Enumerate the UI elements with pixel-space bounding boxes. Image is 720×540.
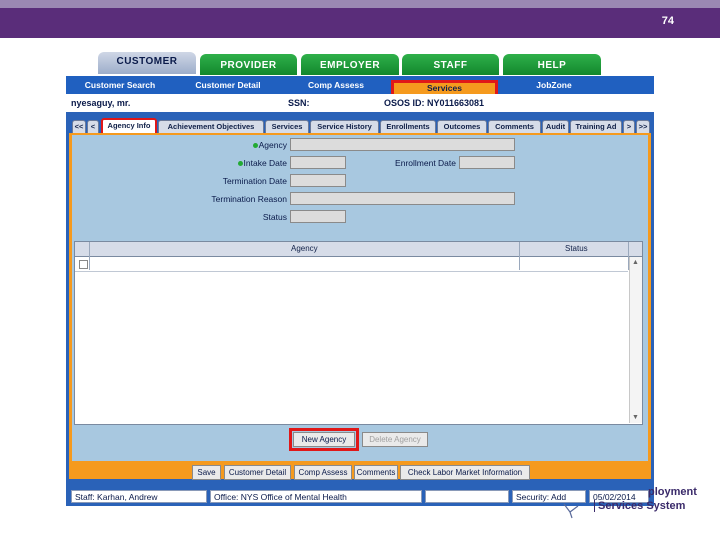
enrollment-date-field[interactable] <box>459 156 515 169</box>
subtab-comments[interactable]: Comments <box>488 120 541 134</box>
subtab-next-button[interactable]: > <box>623 120 635 134</box>
subnav-customer-detail[interactable]: Customer Detail <box>180 76 276 94</box>
tab-provider[interactable]: PROVIDER <box>200 54 297 75</box>
scroll-up-icon[interactable]: ▲ <box>632 259 639 266</box>
comp-assess-button[interactable]: Comp Assess <box>294 465 352 480</box>
header-stripe <box>0 0 720 8</box>
agency-info-form: Agency Intake Date Enrollment Date Termi… <box>72 135 648 461</box>
customer-osos-id: OSOS ID: NY011663081 <box>384 98 485 108</box>
subtab-service-history[interactable]: Service History <box>310 120 379 134</box>
tab-help[interactable]: HELP <box>503 54 601 75</box>
intake-date-label: Intake Date <box>202 158 287 168</box>
subtab-audit[interactable]: Audit <box>542 120 569 134</box>
subnav-comp-assess[interactable]: Comp Assess <box>288 76 384 94</box>
status-label: Status <box>262 212 287 222</box>
column-header-status: Status <box>565 244 588 253</box>
logo-mark-icon <box>563 503 579 519</box>
tab-customer[interactable]: CUSTOMER <box>98 52 196 74</box>
customer-info-bar: nyesaguy, mr. SSN: OSOS ID: NY011663081 <box>66 94 654 112</box>
status-empty <box>425 490 509 503</box>
check-labor-market-button[interactable]: Check Labor Market Information <box>400 465 530 480</box>
comments-button[interactable]: Comments <box>354 465 398 480</box>
customer-detail-button[interactable]: Customer Detail <box>224 465 291 480</box>
agency-table: Agency Status ▲ ▼ <box>74 241 643 425</box>
table-row[interactable] <box>75 257 628 272</box>
delete-agency-button[interactable]: Delete Agency <box>362 432 428 447</box>
tab-employer[interactable]: EMPLOYER <box>301 54 399 75</box>
subtab-training-ad[interactable]: Training Ad <box>570 120 622 134</box>
status-staff: Staff: Karhan, Andrew <box>71 490 207 503</box>
subtab-achievement-objectives[interactable]: Achievement Objectives <box>158 120 264 134</box>
termination-reason-label: Termination Reason <box>211 194 287 204</box>
customer-ssn: SSN: <box>288 98 310 108</box>
column-header-agency: Agency <box>291 244 318 253</box>
subnav-customer-search[interactable]: Customer Search <box>72 76 168 94</box>
subtab-first-button[interactable]: << <box>72 120 86 134</box>
table-scrollbar[interactable]: ▲ ▼ <box>629 257 642 423</box>
required-icon <box>237 161 243 167</box>
slide-number: 74 <box>661 15 674 27</box>
subtab-last-button[interactable]: >> <box>636 120 650 134</box>
intake-date-field[interactable] <box>290 156 346 169</box>
table-header: Agency Status <box>75 242 642 257</box>
agency-label: Agency <box>202 140 287 150</box>
system-logo: ployment Services System <box>560 484 710 520</box>
enrollment-date-label: Enrollment Date <box>395 158 456 168</box>
subtab-services[interactable]: Services <box>265 120 309 134</box>
status-office: Office: NYS Office of Mental Health <box>210 490 422 503</box>
content-panel: Agency Intake Date Enrollment Date Termi… <box>69 133 651 465</box>
customer-name: nyesaguy, mr. <box>71 98 131 108</box>
subnav-jobzone[interactable]: JobZone <box>506 76 602 94</box>
scroll-down-icon[interactable]: ▼ <box>632 414 639 421</box>
save-button[interactable]: Save <box>192 465 221 480</box>
sub-nav: Customer Search Customer Detail Comp Ass… <box>66 76 654 97</box>
new-agency-button[interactable]: New Agency <box>289 428 359 451</box>
agency-field[interactable] <box>290 138 515 151</box>
subtab-outcomes[interactable]: Outcomes <box>437 120 487 134</box>
status-field[interactable] <box>290 210 346 223</box>
slide-header-bar: 74 <box>0 0 720 38</box>
required-icon <box>252 143 258 149</box>
logo-text-line2: Services System <box>594 500 685 512</box>
subtab-enrollments[interactable]: Enrollments <box>380 120 436 134</box>
subtab-prev-button[interactable]: < <box>87 120 99 134</box>
termination-date-label: Termination Date <box>222 176 287 186</box>
tab-staff[interactable]: STAFF <box>402 54 499 75</box>
bottom-button-bar: Save Customer Detail Comp Assess Comment… <box>69 465 651 480</box>
app-window: Customer Search Customer Detail Comp Ass… <box>66 76 654 506</box>
row-checkbox[interactable] <box>79 260 88 269</box>
logo-text-line1: ployment <box>648 486 697 498</box>
termination-date-field[interactable] <box>290 174 346 187</box>
termination-reason-field[interactable] <box>290 192 515 205</box>
